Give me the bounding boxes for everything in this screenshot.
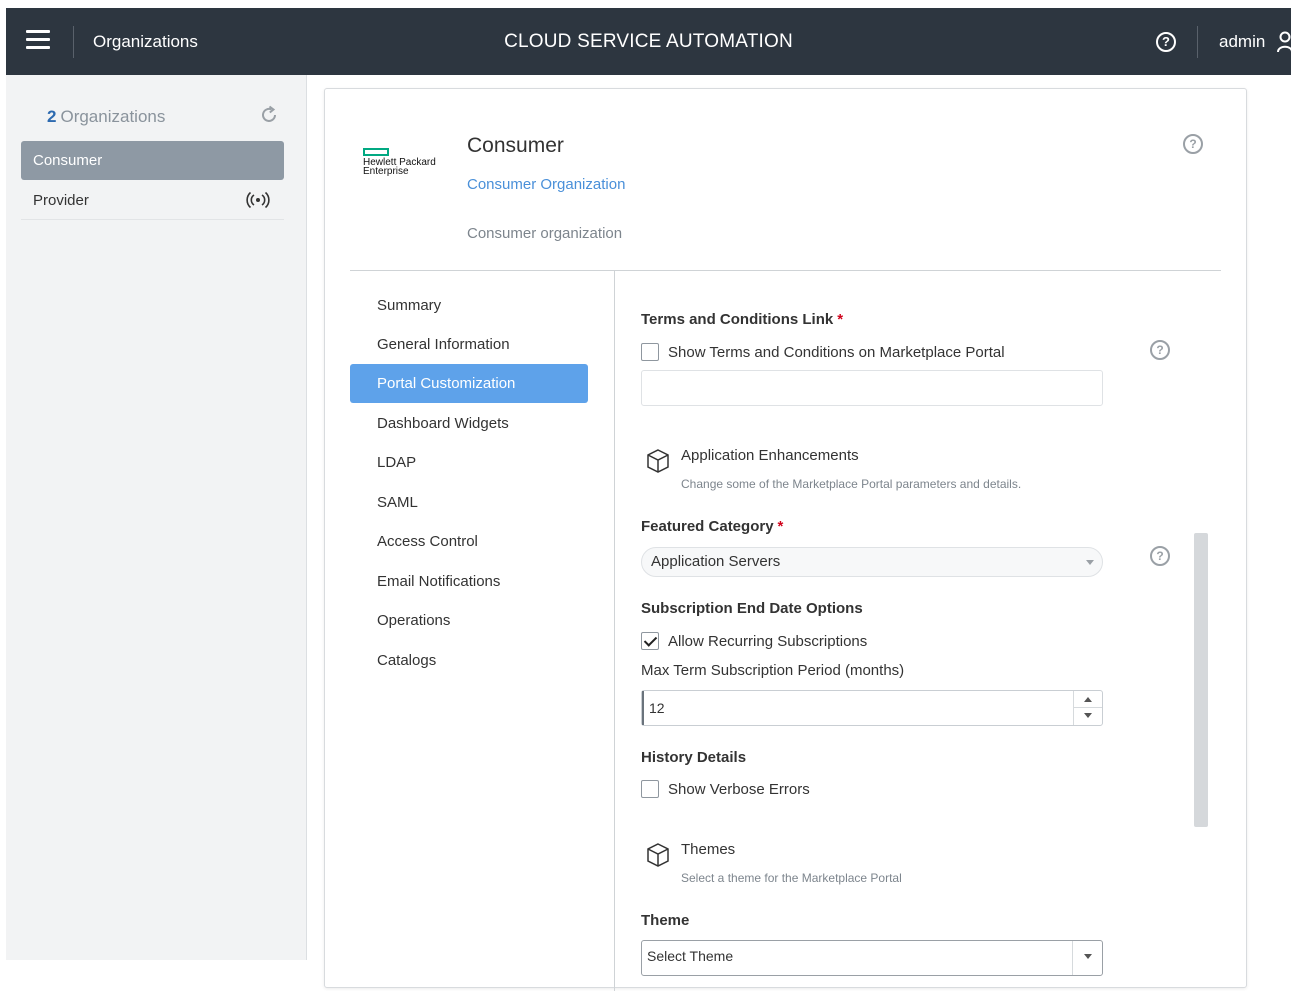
stepper-up-icon[interactable]	[1074, 691, 1102, 708]
max-term-stepper[interactable]: 12	[641, 690, 1103, 726]
recurring-checkbox[interactable]	[641, 632, 659, 650]
user-menu[interactable]: admin	[1219, 32, 1265, 52]
terms-label: Terms and Conditions Link *	[641, 311, 843, 328]
section-title: Application Enhancements	[681, 447, 859, 464]
section-subtitle: Select a theme for the Marketplace Porta…	[681, 871, 902, 885]
help-icon[interactable]: ?	[1150, 340, 1170, 360]
hamburger-menu-icon[interactable]	[26, 30, 50, 50]
header-separator	[1197, 26, 1198, 58]
featured-label-text: Featured Category	[641, 518, 774, 535]
terms-checkbox[interactable]	[641, 343, 659, 361]
theme-select-value: Select Theme	[647, 948, 734, 964]
recurring-checkbox-label: Allow Recurring Subscriptions	[668, 632, 868, 650]
nav-item-operations[interactable]: Operations	[350, 601, 588, 640]
header-divider	[350, 270, 1221, 271]
organization-count: 2 Organizations	[47, 107, 165, 127]
nav-item-summary[interactable]: Summary	[350, 286, 588, 325]
featured-category-value: Application Servers	[651, 553, 781, 570]
verbose-checkbox-row[interactable]: Show Verbose Errors	[641, 779, 810, 799]
verbose-checkbox-label: Show Verbose Errors	[668, 780, 810, 798]
terms-label-text: Terms and Conditions Link	[641, 311, 834, 328]
cube-icon	[647, 843, 669, 867]
count-label: Organizations	[60, 107, 166, 126]
organizations-panel: 2 Organizations Consumer Provider	[6, 75, 307, 960]
application-enhancements-section: Application Enhancements Change some of …	[645, 447, 1085, 491]
section-subtitle: Change some of the Marketplace Portal pa…	[681, 477, 1022, 491]
header-separator	[73, 26, 74, 58]
scrollbar-thumb[interactable]	[1194, 533, 1208, 827]
org-item-label: Consumer	[33, 152, 103, 169]
top-bar: Organizations CLOUD SERVICE AUTOMATION ?…	[6, 8, 1291, 75]
featured-category-label: Featured Category *	[641, 518, 783, 535]
terms-link-input[interactable]	[641, 370, 1103, 406]
chevron-down-icon	[1086, 560, 1094, 565]
nav-item-dashboard-widgets[interactable]: Dashboard Widgets	[350, 404, 588, 443]
section-title: Themes	[681, 841, 736, 858]
nav-item-saml[interactable]: SAML	[350, 483, 588, 522]
required-mark: *	[837, 311, 844, 328]
refresh-icon[interactable]	[259, 105, 279, 125]
organization-detail-card: Hewlett Packard Enterprise Consumer Cons…	[324, 88, 1247, 991]
help-icon[interactable]: ?	[1150, 546, 1170, 566]
nav-item-email-notifications[interactable]: Email Notifications	[350, 562, 588, 601]
recurring-checkbox-row[interactable]: Allow Recurring Subscriptions	[641, 631, 867, 651]
stepper-down-icon[interactable]	[1074, 708, 1102, 725]
nav-item-ldap[interactable]: LDAP	[350, 443, 588, 482]
theme-label: Theme	[641, 912, 690, 929]
themes-section: Themes Select a theme for the Marketplac…	[645, 841, 1085, 885]
header-section-title: Organizations	[93, 32, 198, 51]
nav-item-catalogs[interactable]: Catalogs	[350, 641, 588, 680]
stepper-buttons	[1073, 691, 1102, 725]
terms-checkbox-label: Show Terms and Conditions on Marketplace…	[668, 343, 1005, 361]
chevron-down-icon[interactable]	[1072, 941, 1102, 975]
required-mark: *	[777, 518, 784, 535]
user-icon[interactable]	[1277, 31, 1291, 53]
hpe-logo-mark	[363, 148, 389, 156]
hpe-logo: Hewlett Packard Enterprise	[363, 148, 453, 188]
nav-item-portal-customization[interactable]: Portal Customization	[350, 364, 588, 403]
org-display-name-link[interactable]: Consumer Organization	[467, 176, 625, 193]
org-item-label: Provider	[33, 192, 89, 209]
org-item-consumer[interactable]: Consumer	[21, 141, 284, 180]
nav-item-general-information[interactable]: General Information	[350, 325, 588, 364]
cube-icon	[647, 449, 669, 473]
terms-checkbox-row[interactable]: Show Terms and Conditions on Marketplace…	[641, 342, 1005, 362]
app-title: CLOUD SERVICE AUTOMATION	[504, 31, 793, 52]
broadcast-icon	[246, 191, 270, 209]
theme-select[interactable]: Select Theme	[641, 940, 1103, 976]
nav-item-access-control[interactable]: Access Control	[350, 522, 588, 561]
subscription-end-date-label: Subscription End Date Options	[641, 600, 863, 617]
max-term-label: Max Term Subscription Period (months)	[641, 662, 905, 679]
max-term-value[interactable]: 12	[642, 691, 1072, 725]
count-number: 2	[47, 107, 57, 126]
org-name: Consumer	[467, 134, 564, 157]
featured-category-select[interactable]: Application Servers	[641, 547, 1103, 577]
history-details-label: History Details	[641, 749, 747, 766]
logo-text: Enterprise	[363, 166, 409, 177]
verbose-errors-checkbox[interactable]	[641, 780, 659, 798]
nav-divider	[614, 271, 615, 991]
help-icon[interactable]: ?	[1183, 134, 1203, 154]
org-description: Consumer organization	[467, 225, 623, 242]
org-item-provider[interactable]: Provider	[21, 181, 284, 220]
help-icon[interactable]: ?	[1156, 32, 1176, 52]
